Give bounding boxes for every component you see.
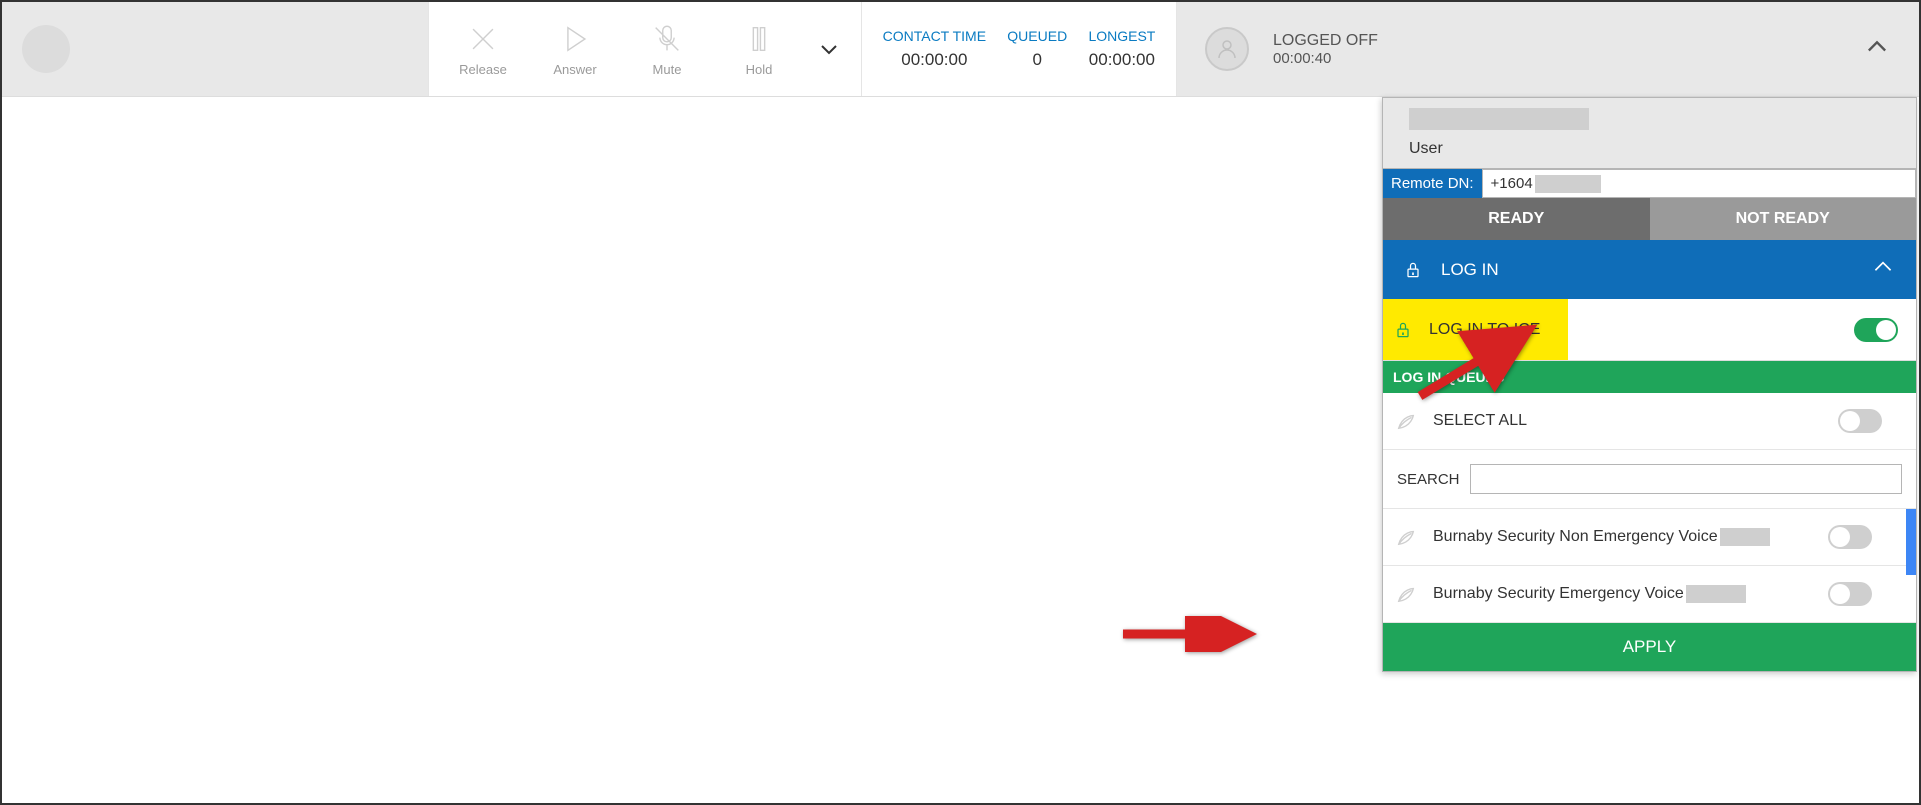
redacted-digits <box>1535 175 1601 193</box>
status-collapse[interactable] <box>1863 33 1891 66</box>
top-bar: Release Answer Mute Hold CONTACT TIME 00… <box>2 2 1919 97</box>
search-label: SEARCH <box>1397 471 1460 488</box>
top-left-region <box>2 2 428 96</box>
scrollbar[interactable] <box>1906 509 1916 575</box>
queue-toggle[interactable] <box>1828 582 1872 606</box>
login-section-header[interactable]: LOG IN <box>1383 240 1916 299</box>
lock-icon <box>1393 319 1413 341</box>
queue-toggle[interactable] <box>1828 525 1872 549</box>
select-all-label: SELECT ALL <box>1433 412 1527 430</box>
redacted-username <box>1409 108 1589 130</box>
login-ice-toggle[interactable] <box>1854 318 1898 342</box>
status-bar[interactable]: LOGGED OFF 00:00:40 <box>1177 2 1919 96</box>
login-collapse[interactable] <box>1870 254 1896 285</box>
queue-item: Burnaby Security Non Emergency Voice <box>1383 509 1916 566</box>
leaf-icon <box>1395 526 1417 548</box>
play-icon <box>558 22 592 56</box>
queue-name: Burnaby Security Non Emergency Voice <box>1433 528 1718 546</box>
stat-label: LONGEST <box>1088 28 1155 44</box>
queues-list: Burnaby Security Non Emergency Voice Bur… <box>1383 509 1916 623</box>
ready-button[interactable]: READY <box>1383 198 1650 240</box>
stats-region: CONTACT TIME 00:00:00 QUEUED 0 LONGEST 0… <box>862 2 1177 96</box>
login-queues-header: LOG IN QUEUES <box>1383 361 1916 393</box>
status-title: LOGGED OFF <box>1273 32 1378 50</box>
queue-search-row: SEARCH <box>1383 450 1916 509</box>
remote-dn-label: Remote DN: <box>1383 169 1482 198</box>
stat-contact-time: CONTACT TIME 00:00:00 <box>883 28 986 70</box>
chevron-up-icon <box>1870 254 1896 280</box>
ready-state-row: READY NOT READY <box>1383 198 1916 240</box>
login-ice-label: LOG IN TO ICE <box>1429 321 1540 339</box>
pause-icon <box>742 22 776 56</box>
not-ready-button[interactable]: NOT READY <box>1650 198 1917 240</box>
redacted <box>1720 528 1770 546</box>
microphone-off-icon <box>650 22 684 56</box>
search-input[interactable] <box>1470 464 1902 494</box>
release-label: Release <box>459 62 507 77</box>
release-button[interactable]: Release <box>437 2 529 96</box>
user-icon <box>1215 37 1239 61</box>
stat-value: 0 <box>1033 50 1042 70</box>
select-all-toggle[interactable] <box>1838 409 1882 433</box>
agent-state-panel: User Remote DN: +1604 READY NOT READY LO… <box>1382 97 1917 672</box>
queue-name: Burnaby Security Emergency Voice <box>1433 585 1684 603</box>
status-text: LOGGED OFF 00:00:40 <box>1273 32 1378 67</box>
queue-item: Burnaby Security Emergency Voice <box>1383 566 1916 623</box>
stat-value: 00:00:00 <box>1089 50 1155 70</box>
remote-dn-input[interactable]: +1604 <box>1482 169 1916 198</box>
mute-button[interactable]: Mute <box>621 2 713 96</box>
leaf-icon <box>1395 410 1417 432</box>
apply-button[interactable]: APPLY <box>1383 623 1916 671</box>
lock-icon <box>1403 259 1423 281</box>
status-time: 00:00:40 <box>1273 50 1378 67</box>
controls-expand[interactable] <box>805 2 853 96</box>
chevron-up-icon <box>1863 33 1891 61</box>
answer-label: Answer <box>553 62 596 77</box>
answer-button[interactable]: Answer <box>529 2 621 96</box>
redacted <box>1686 585 1746 603</box>
user-role-label: User <box>1395 136 1904 164</box>
stat-longest: LONGEST 00:00:00 <box>1088 28 1155 70</box>
leaf-icon <box>1395 583 1417 605</box>
chevron-down-icon <box>817 37 841 61</box>
stat-label: QUEUED <box>1007 28 1067 44</box>
hold-label: Hold <box>746 62 773 77</box>
mute-label: Mute <box>653 62 682 77</box>
stat-label: CONTACT TIME <box>883 28 986 44</box>
call-controls: Release Answer Mute Hold <box>428 2 862 96</box>
hold-button[interactable]: Hold <box>713 2 805 96</box>
avatar <box>22 25 70 73</box>
annotation-arrow <box>1117 616 1257 657</box>
login-ice-highlight: LOG IN TO ICE <box>1383 299 1568 360</box>
close-icon <box>466 22 500 56</box>
stat-value: 00:00:00 <box>901 50 967 70</box>
login-header-label: LOG IN <box>1441 260 1499 280</box>
remote-dn-row: Remote DN: +1604 <box>1383 168 1916 198</box>
login-to-ice-row: LOG IN TO ICE <box>1383 299 1916 361</box>
status-avatar-icon <box>1205 27 1249 71</box>
panel-top: User <box>1383 98 1916 168</box>
select-all-row: SELECT ALL <box>1383 393 1916 450</box>
stat-queued: QUEUED 0 <box>1007 28 1067 70</box>
remote-dn-value: +1604 <box>1491 175 1533 192</box>
